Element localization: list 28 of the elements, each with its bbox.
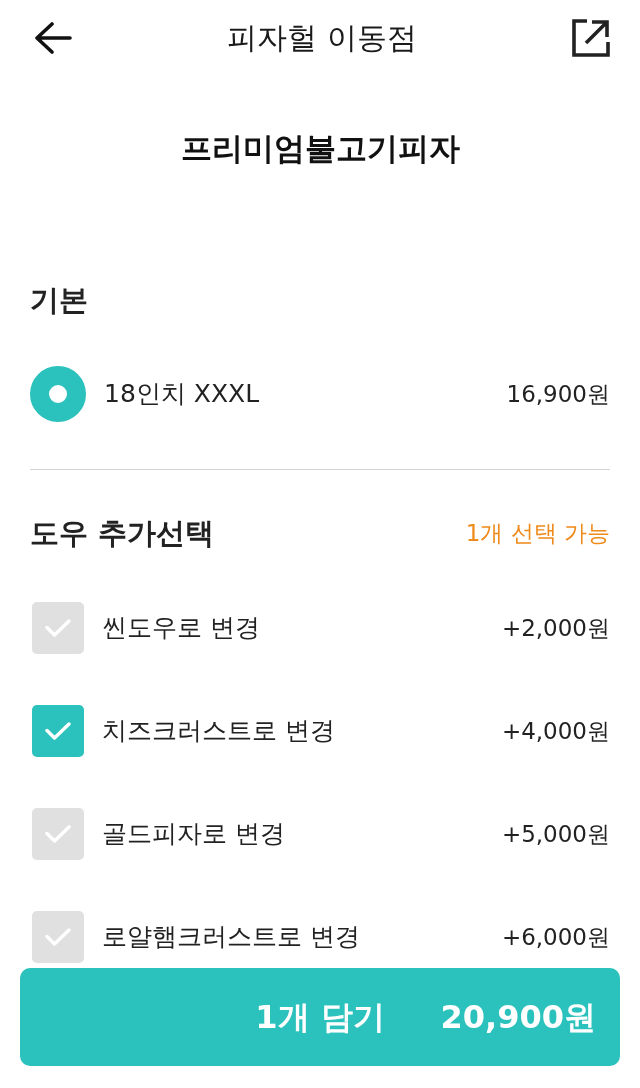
section-title: 도우 추가선택 xyxy=(30,518,215,548)
page-title: 피자헐 이동점 xyxy=(227,23,417,53)
option-label: 치즈크러스트로 변경 xyxy=(102,715,335,748)
option-label: 씬도우로 변경 xyxy=(102,612,260,645)
add-to-cart-button[interactable]: 1개 담기 20,900원 xyxy=(20,968,620,1066)
checkbox[interactable] xyxy=(32,705,84,757)
check-icon xyxy=(45,619,71,637)
checkbox[interactable] xyxy=(32,808,84,860)
check-icon xyxy=(45,928,71,946)
option-price: +2,000원 xyxy=(501,613,610,643)
checkbox[interactable] xyxy=(32,911,84,963)
option-label: 18인치 XXXL xyxy=(104,378,260,411)
cart-total-price: 20,900원 xyxy=(440,997,596,1038)
radio-button[interactable] xyxy=(30,366,86,422)
option-price: 16,900원 xyxy=(506,379,610,409)
back-arrow-icon[interactable] xyxy=(34,22,72,54)
checkbox[interactable] xyxy=(32,602,84,654)
selection-limit-note: 1개 선택 가능 xyxy=(465,518,610,548)
product-name: 프리미엄불고기피자 xyxy=(179,128,461,168)
share-icon[interactable] xyxy=(572,19,610,57)
section-title: 기본 xyxy=(30,285,88,315)
option-price: +4,000원 xyxy=(501,716,610,746)
check-icon xyxy=(45,825,71,843)
option-price: +6,000원 xyxy=(501,922,610,952)
option-label: 골드피자로 변경 xyxy=(102,818,285,851)
check-icon xyxy=(45,722,71,740)
option-price: +5,000원 xyxy=(501,819,610,849)
option-label: 로얄햄크러스트로 변경 xyxy=(102,921,360,954)
